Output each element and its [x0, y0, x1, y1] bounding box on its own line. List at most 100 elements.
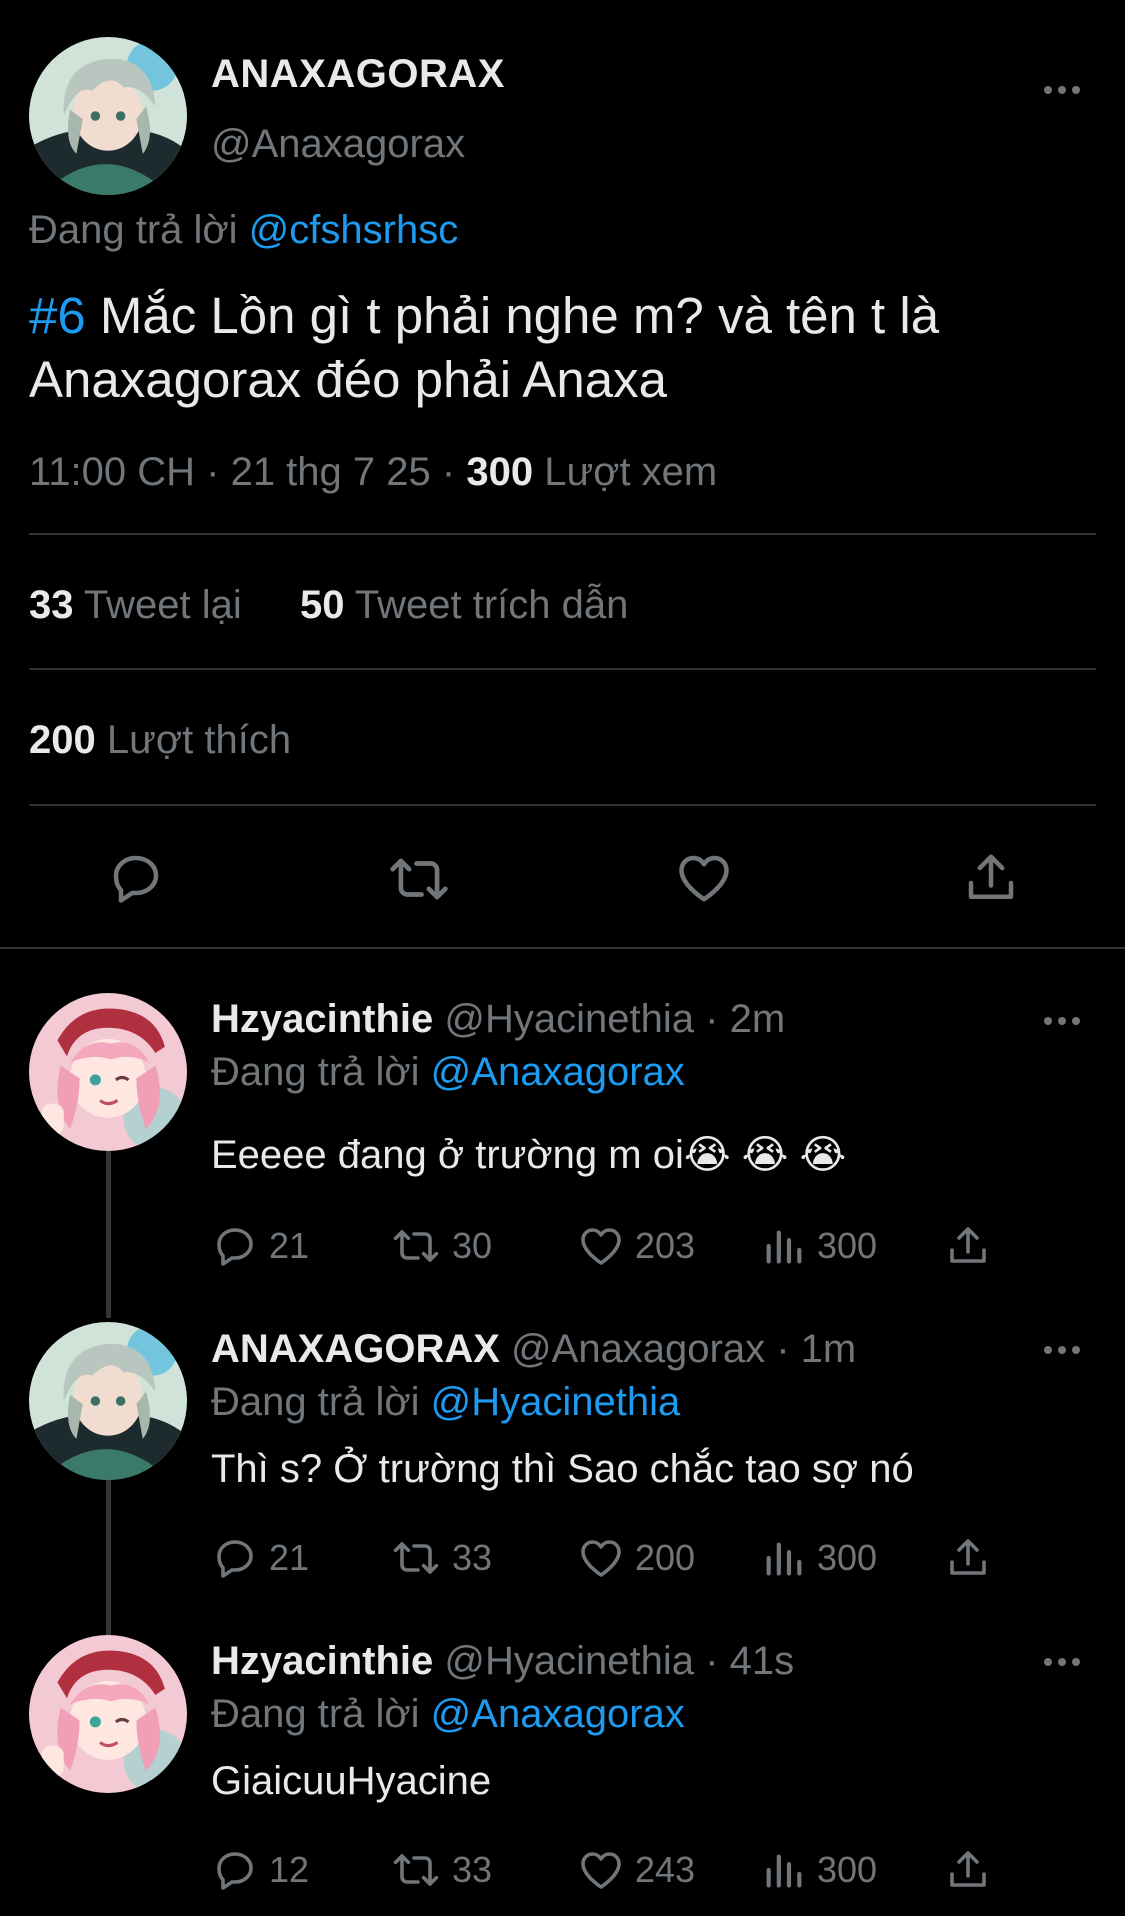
- like-button[interactable]: 243: [577, 1846, 695, 1894]
- reply-count: 21: [269, 1537, 310, 1578]
- reply-avatar-image: [29, 993, 187, 1151]
- like-count: 200: [635, 1537, 696, 1578]
- reply-handle[interactable]: @Hyacinethia: [444, 1639, 694, 1683]
- author-avatar-image: [29, 37, 187, 195]
- retweet-count: 30: [452, 1225, 493, 1266]
- reply-text: Eeeee đang ở trường m oi😭 😭 😭: [211, 1133, 847, 1177]
- reply-display-name[interactable]: Hzyacinthie: [211, 1639, 433, 1683]
- tweet-body: #6 Mắc Lồn gì t phải nghe m? và tên t là…: [29, 284, 1099, 412]
- tweet-body-line1: Mắc Lồn gì t phải nghe m? và tên t là: [85, 287, 940, 344]
- more-options-button[interactable]: [1040, 1655, 1084, 1669]
- reply-button[interactable]: [106, 848, 166, 908]
- reply-handle[interactable]: @Hyacinethia: [444, 997, 694, 1041]
- retweet-count: 33: [452, 1849, 493, 1890]
- more-icon: [1044, 1017, 1052, 1025]
- reply-count: 21: [269, 1225, 310, 1266]
- like-icon: [674, 848, 734, 908]
- reply-avatar-image: [29, 1322, 187, 1480]
- more-options-button[interactable]: [1040, 1343, 1084, 1357]
- reply-icon: [211, 1846, 259, 1894]
- replying-to-line: Đang trả lời @Anaxagorax: [211, 1692, 685, 1737]
- likes-count: 200: [29, 718, 96, 762]
- reply-icon: [211, 1222, 259, 1270]
- author-handle[interactable]: @Anaxagorax: [211, 122, 465, 167]
- divider: [29, 804, 1096, 806]
- retweet-button[interactable]: 33: [390, 1534, 492, 1582]
- more-icon: [1044, 1658, 1052, 1666]
- views-button[interactable]: 300: [761, 1222, 877, 1270]
- tweet-meta: 11:00 CH · 21 thg 7 25 · 300 Lượt xem: [29, 450, 718, 494]
- divider: [29, 533, 1096, 535]
- reply-time[interactable]: 2m: [730, 997, 786, 1041]
- reply-button[interactable]: 12: [211, 1846, 309, 1894]
- reply-header: Hzyacinthie @Hyacinethia · 41s: [211, 1639, 795, 1683]
- retweet-icon: [388, 848, 450, 910]
- views-count: 300: [817, 1537, 878, 1578]
- reply-avatar[interactable]: [29, 1635, 187, 1793]
- share-button[interactable]: [944, 1222, 992, 1270]
- hashtag-link[interactable]: #6: [29, 287, 86, 344]
- retweet-button[interactable]: [388, 848, 450, 910]
- like-button[interactable]: 203: [577, 1222, 695, 1270]
- share-button[interactable]: [944, 1534, 992, 1582]
- views-icon: [761, 1222, 807, 1270]
- retweet-button[interactable]: 30: [390, 1222, 492, 1270]
- reply-time[interactable]: 1m: [801, 1327, 857, 1371]
- likes-label: Lượt thích: [106, 718, 292, 762]
- replying-to-line: Đang trả lời @Anaxagorax: [211, 1050, 685, 1095]
- replying-prefix: Đang trả lời: [211, 1692, 420, 1736]
- reply-avatar[interactable]: [29, 1322, 187, 1480]
- views-button[interactable]: 300: [761, 1846, 877, 1894]
- engagement-stats-row: 33 Tweet lại 50 Tweet trích dẫn: [29, 583, 628, 628]
- reply-header: Hzyacinthie @Hyacinethia · 2m: [211, 997, 786, 1041]
- more-icon: [1044, 1346, 1052, 1354]
- views-button[interactable]: 300: [761, 1534, 877, 1582]
- share-button[interactable]: [944, 1846, 992, 1894]
- reply-button[interactable]: 21: [211, 1222, 309, 1270]
- thread-connector: [106, 1150, 111, 1318]
- author-avatar[interactable]: [29, 37, 187, 195]
- retweet-icon: [390, 1222, 442, 1270]
- more-options-button[interactable]: [1040, 83, 1084, 97]
- quotes-stat[interactable]: 50 Tweet trích dẫn: [300, 583, 628, 627]
- share-icon: [944, 1534, 992, 1582]
- views-count: 300: [817, 1225, 878, 1266]
- replying-to-link[interactable]: @cfshsrhsc: [249, 208, 459, 252]
- reply-handle[interactable]: @Anaxagorax: [511, 1327, 765, 1371]
- reply-avatar[interactable]: [29, 993, 187, 1151]
- retweets-count: 33: [29, 583, 74, 627]
- reply-button[interactable]: 21: [211, 1534, 309, 1582]
- replying-to-link[interactable]: @Hyacinethia: [431, 1380, 681, 1424]
- reply-avatar-image: [29, 1635, 187, 1793]
- views-label: Lượt xem: [544, 450, 718, 494]
- like-icon: [577, 1222, 625, 1270]
- views-count: 300: [817, 1849, 878, 1890]
- replying-prefix: Đang trả lời: [29, 208, 238, 252]
- like-icon: [577, 1846, 625, 1894]
- reply-display-name[interactable]: ANAXAGORAX: [211, 1327, 500, 1371]
- like-button[interactable]: [674, 848, 734, 908]
- like-count: 203: [635, 1225, 696, 1266]
- retweet-button[interactable]: 33: [390, 1846, 492, 1894]
- replying-to-link[interactable]: @Anaxagorax: [431, 1050, 685, 1094]
- replying-prefix: Đang trả lời: [211, 1380, 420, 1424]
- tweet-time[interactable]: 11:00 CH: [29, 450, 195, 494]
- reply-icon: [106, 848, 166, 908]
- share-icon: [944, 1222, 992, 1270]
- retweet-icon: [390, 1534, 442, 1582]
- author-display-name[interactable]: ANAXAGORAX: [211, 52, 505, 97]
- retweets-stat[interactable]: 33 Tweet lại: [29, 583, 242, 627]
- reply-display-name[interactable]: Hzyacinthie: [211, 997, 433, 1041]
- thread-connector: [106, 1480, 111, 1640]
- replying-to-link[interactable]: @Anaxagorax: [431, 1692, 685, 1736]
- reply-time[interactable]: 41s: [730, 1639, 795, 1683]
- tweet-date[interactable]: 21 thg 7 25: [231, 450, 431, 494]
- views-icon: [761, 1534, 807, 1582]
- reply-text: GiaicuuHyacine: [211, 1759, 492, 1803]
- share-button[interactable]: [961, 848, 1021, 908]
- likes-stat[interactable]: 200 Lượt thích: [29, 718, 291, 763]
- more-options-button[interactable]: [1040, 1014, 1084, 1028]
- reply-count: 12: [269, 1849, 310, 1890]
- quotes-count: 50: [300, 583, 345, 627]
- like-button[interactable]: 200: [577, 1534, 695, 1582]
